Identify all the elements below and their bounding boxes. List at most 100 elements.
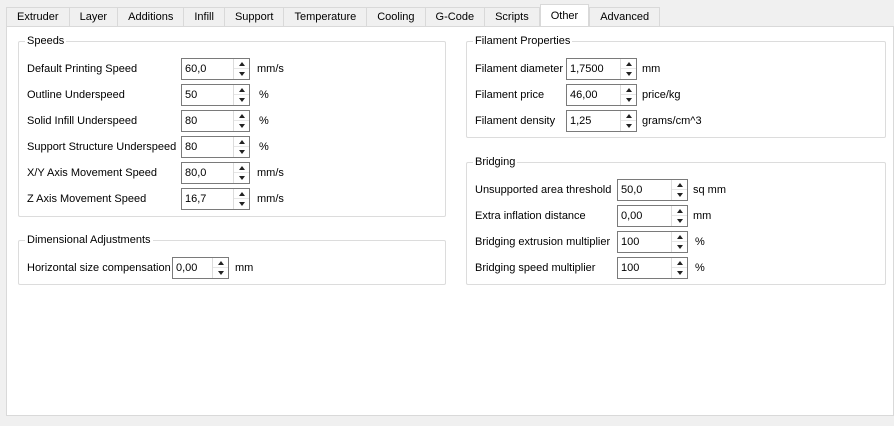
spin-down-icon[interactable] xyxy=(621,69,636,79)
filament-price-label: Filament price xyxy=(475,89,545,101)
tab-gcode[interactable]: G-Code xyxy=(424,7,486,26)
horizontal-size-compensation-spinbox[interactable]: 0,00 xyxy=(172,257,229,279)
speeds-group: Speeds Default Printing Speed 60,0 mm/s … xyxy=(18,34,446,217)
solid-infill-underspeed-value: 80 xyxy=(185,115,198,127)
spin-up-icon[interactable] xyxy=(234,189,249,199)
solid-infill-underspeed-label: Solid Infill Underspeed xyxy=(27,115,138,127)
speeds-group-title: Speeds xyxy=(25,34,67,48)
tab-temperature[interactable]: Temperature xyxy=(283,7,368,26)
spinbox-buttons xyxy=(671,258,687,278)
spin-down-icon[interactable] xyxy=(672,242,687,252)
filament-price-unit: price/kg xyxy=(642,89,681,101)
tab-scripts[interactable]: Scripts xyxy=(484,7,540,26)
tab-pane-other: Speeds Default Printing Speed 60,0 mm/s … xyxy=(6,26,894,416)
outline-underspeed-spinbox[interactable]: 50 xyxy=(181,84,250,106)
spin-down-icon[interactable] xyxy=(672,216,687,226)
spin-up-icon[interactable] xyxy=(621,111,636,121)
filament-price-spinbox[interactable]: 46,00 xyxy=(566,84,637,106)
spinbox-buttons xyxy=(620,85,636,105)
unsupported-area-threshold-unit: sq mm xyxy=(693,184,726,196)
spin-up-icon[interactable] xyxy=(621,85,636,95)
tab-infill[interactable]: Infill xyxy=(183,7,225,26)
spinbox-buttons xyxy=(620,111,636,131)
unsupported-area-threshold-value: 50,0 xyxy=(621,184,643,196)
filament-diameter-value: 1,7500 xyxy=(570,63,604,75)
tab-layer[interactable]: Layer xyxy=(68,7,119,26)
tab-advanced[interactable]: Advanced xyxy=(589,7,661,26)
spinbox-buttons xyxy=(671,180,687,200)
spin-up-icon[interactable] xyxy=(672,180,687,190)
unsupported-area-threshold-spinbox[interactable]: 50,0 xyxy=(617,179,688,201)
outline-underspeed-label: Outline Underspeed xyxy=(27,89,125,101)
filament-density-spinbox[interactable]: 1,25 xyxy=(566,110,637,132)
bridging-speed-multiplier-spinbox[interactable]: 100 xyxy=(617,257,688,279)
filament-diameter-spinbox[interactable]: 1,7500 xyxy=(566,58,637,80)
xy-axis-movement-speed-unit: mm/s xyxy=(257,167,284,179)
support-structure-underspeed-unit: % xyxy=(259,141,269,153)
xy-axis-movement-speed-value: 80,0 xyxy=(185,167,207,179)
z-axis-movement-speed-label: Z Axis Movement Speed xyxy=(27,193,147,205)
spin-down-icon[interactable] xyxy=(234,121,249,131)
spin-down-icon[interactable] xyxy=(234,69,249,79)
spin-down-icon[interactable] xyxy=(621,95,636,105)
spin-up-icon[interactable] xyxy=(234,59,249,69)
z-axis-movement-speed-value: 16,7 xyxy=(185,193,207,205)
spinbox-buttons xyxy=(671,232,687,252)
bridging-speed-multiplier-label: Bridging speed multiplier xyxy=(475,262,596,274)
solid-infill-underspeed-unit: % xyxy=(259,115,269,127)
z-axis-movement-speed-spinbox[interactable]: 16,7 xyxy=(181,188,250,210)
spin-down-icon[interactable] xyxy=(672,190,687,200)
xy-axis-movement-speed-spinbox[interactable]: 80,0 xyxy=(181,162,250,184)
support-structure-underspeed-spinbox[interactable]: 80 xyxy=(181,136,250,158)
spin-up-icon[interactable] xyxy=(234,111,249,121)
filament-density-value: 1,25 xyxy=(570,115,592,127)
tab-cooling[interactable]: Cooling xyxy=(366,7,426,26)
extra-inflation-distance-spinbox[interactable]: 0,00 xyxy=(617,205,688,227)
spin-up-icon[interactable] xyxy=(234,85,249,95)
horizontal-size-compensation-value: 0,00 xyxy=(176,262,198,274)
spinbox-buttons xyxy=(233,59,249,79)
extra-inflation-distance-value: 0,00 xyxy=(621,210,643,222)
outline-underspeed-value: 50 xyxy=(185,89,198,101)
tab-support[interactable]: Support xyxy=(223,7,285,26)
filament-density-label: Filament density xyxy=(475,115,556,127)
bridging-extrusion-multiplier-spinbox[interactable]: 100 xyxy=(617,231,688,253)
spin-down-icon[interactable] xyxy=(213,268,228,278)
spinbox-buttons xyxy=(620,59,636,79)
tab-bar: Extruder Layer Additions Infill Support … xyxy=(6,4,661,26)
bridging-title: Bridging xyxy=(473,155,518,169)
spin-down-icon[interactable] xyxy=(234,199,249,209)
spin-down-icon[interactable] xyxy=(234,173,249,183)
xy-axis-movement-speed-label: X/Y Axis Movement Speed xyxy=(27,167,158,179)
spin-down-icon[interactable] xyxy=(234,95,249,105)
filament-diameter-unit: mm xyxy=(642,63,661,75)
spin-up-icon[interactable] xyxy=(672,258,687,268)
filament-density-unit: grams/cm^3 xyxy=(642,115,702,127)
solid-infill-underspeed-spinbox[interactable]: 80 xyxy=(181,110,250,132)
spinbox-buttons xyxy=(233,137,249,157)
support-structure-underspeed-label: Support Structure Underspeed xyxy=(27,141,177,153)
spin-down-icon[interactable] xyxy=(234,147,249,157)
spin-up-icon[interactable] xyxy=(672,232,687,242)
default-printing-speed-spinbox[interactable]: 60,0 xyxy=(181,58,250,80)
spin-up-icon[interactable] xyxy=(234,137,249,147)
spin-up-icon[interactable] xyxy=(621,59,636,69)
filament-price-value: 46,00 xyxy=(570,89,598,101)
spin-up-icon[interactable] xyxy=(672,206,687,216)
tab-additions[interactable]: Additions xyxy=(117,7,185,26)
spinbox-buttons xyxy=(233,111,249,131)
default-printing-speed-label: Default Printing Speed xyxy=(27,63,138,75)
spin-down-icon[interactable] xyxy=(672,268,687,278)
spin-up-icon[interactable] xyxy=(213,258,228,268)
bridging-speed-multiplier-unit: % xyxy=(695,262,705,274)
tab-extruder[interactable]: Extruder xyxy=(6,7,70,26)
support-structure-underspeed-value: 80 xyxy=(185,141,198,153)
z-axis-movement-speed-unit: mm/s xyxy=(257,193,284,205)
tab-other[interactable]: Other xyxy=(539,4,590,26)
default-printing-speed-value: 60,0 xyxy=(185,63,207,75)
filament-properties-group: Filament Properties Filament diameter 1,… xyxy=(466,34,886,138)
spin-down-icon[interactable] xyxy=(621,121,636,131)
spin-up-icon[interactable] xyxy=(234,163,249,173)
bridging-speed-multiplier-value: 100 xyxy=(621,262,640,274)
extra-inflation-distance-label: Extra inflation distance xyxy=(475,210,586,222)
